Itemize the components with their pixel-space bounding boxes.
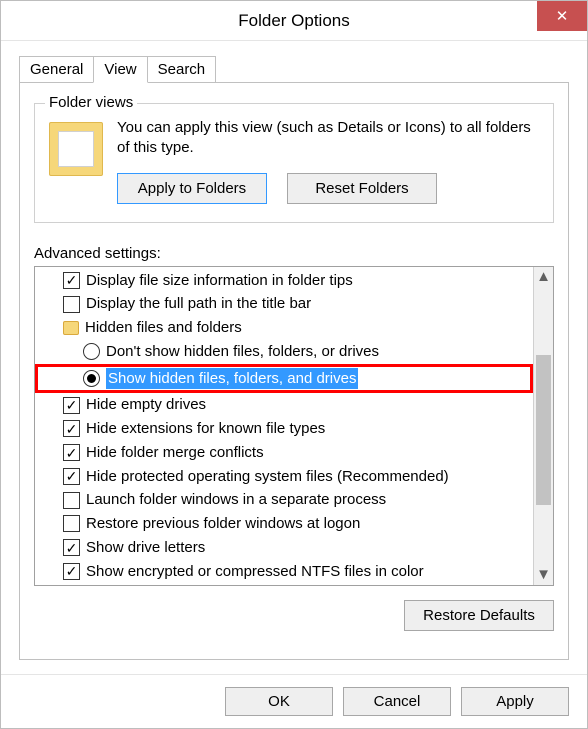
scroll-up-button[interactable]: ▲ [534,267,553,287]
titlebar: Folder Options ✕ [1,1,587,41]
reset-folders-button[interactable]: Reset Folders [287,173,437,204]
checkbox-icon[interactable] [63,515,80,532]
list-item[interactable]: Hide folder merge conflicts [35,441,533,465]
checkbox-icon[interactable] [63,296,80,313]
tab-general[interactable]: General [19,56,94,83]
list-item[interactable]: Hide protected operating system files (R… [35,465,533,489]
chevron-up-icon: ▲ [536,268,551,285]
folder-views-icon [49,122,103,176]
folder-options-window: Folder Options ✕ General View Search Fol… [0,0,588,729]
list-item-label: Launch folder windows in a separate proc… [86,489,386,511]
list-item[interactable]: Display file size information in folder … [35,269,533,293]
advanced-settings-label: Advanced settings: [34,245,554,262]
checkbox-icon[interactable] [63,539,80,556]
list-item[interactable]: Launch folder windows in a separate proc… [35,488,533,512]
checkbox-icon[interactable] [63,468,80,485]
scroll-track[interactable] [534,287,553,565]
advanced-settings-list: Display file size information in folder … [34,266,554,586]
scroll-thumb[interactable] [536,355,551,505]
apply-button[interactable]: Apply [461,687,569,716]
radio-icon[interactable] [83,370,100,387]
list-item[interactable]: Don't show hidden files, folders, or dri… [35,340,533,364]
folder-views-description: You can apply this view (such as Details… [117,118,539,159]
list-item-label: Restore previous folder windows at logon [86,513,360,535]
list-content: Display file size information in folder … [35,267,533,585]
list-item-label: Hidden files and folders [85,317,242,339]
list-item[interactable]: Show drive letters [35,536,533,560]
checkbox-icon[interactable] [63,444,80,461]
list-item[interactable]: Hide extensions for known file types [35,417,533,441]
scroll-down-button[interactable]: ▼ [534,565,553,585]
list-item[interactable]: Hide empty drives [35,393,533,417]
list-item-label: Hide extensions for known file types [86,418,325,440]
list-item-label: Hide protected operating system files (R… [86,466,449,488]
list-item[interactable]: Show pop-up description for folder and d… [35,583,533,584]
apply-to-folders-button[interactable]: Apply to Folders [117,173,267,204]
list-item-label: Don't show hidden files, folders, or dri… [106,341,379,363]
tab-search[interactable]: Search [147,56,217,83]
chevron-down-icon: ▼ [536,566,551,583]
cancel-button[interactable]: Cancel [343,687,451,716]
close-icon: ✕ [556,7,569,25]
window-title: Folder Options [238,11,350,31]
list-item[interactable]: Hidden files and folders [35,316,533,340]
radio-icon[interactable] [83,343,100,360]
list-item-label: Show hidden files, folders, and drives [106,368,358,390]
scrollbar: ▲ ▼ [533,267,553,585]
ok-button[interactable]: OK [225,687,333,716]
highlight-annotation: Show hidden files, folders, and drives [35,364,533,394]
checkbox-icon[interactable] [63,492,80,509]
list-item[interactable]: Show hidden files, folders, and drives [38,367,530,391]
list-item[interactable]: Show encrypted or compressed NTFS files … [35,560,533,584]
list-item-label: Show encrypted or compressed NTFS files … [86,561,424,583]
checkbox-icon[interactable] [63,397,80,414]
list-item[interactable]: Restore previous folder windows at logon [35,512,533,536]
folder-icon [63,321,79,335]
list-item-label: Hide folder merge conflicts [86,442,264,464]
list-item[interactable]: Display the full path in the title bar [35,292,533,316]
content-area: General View Search Folder views You can… [1,41,587,674]
list-item-label: Display file size information in folder … [86,270,353,292]
list-item-label: Show drive letters [86,537,205,559]
checkbox-icon[interactable] [63,272,80,289]
close-button[interactable]: ✕ [537,1,587,31]
list-item-label: Display the full path in the title bar [86,293,311,315]
list-item-label: Hide empty drives [86,394,206,416]
restore-defaults-button[interactable]: Restore Defaults [404,600,554,631]
tab-view[interactable]: View [93,56,147,83]
tab-pane-view: Folder views You can apply this view (su… [19,83,569,660]
dialog-footer: OK Cancel Apply [1,674,587,728]
tab-strip: General View Search [19,53,569,83]
checkbox-icon[interactable] [63,420,80,437]
folder-views-group: Folder views You can apply this view (su… [34,103,554,223]
checkbox-icon[interactable] [63,563,80,580]
folder-views-legend: Folder views [45,94,137,111]
